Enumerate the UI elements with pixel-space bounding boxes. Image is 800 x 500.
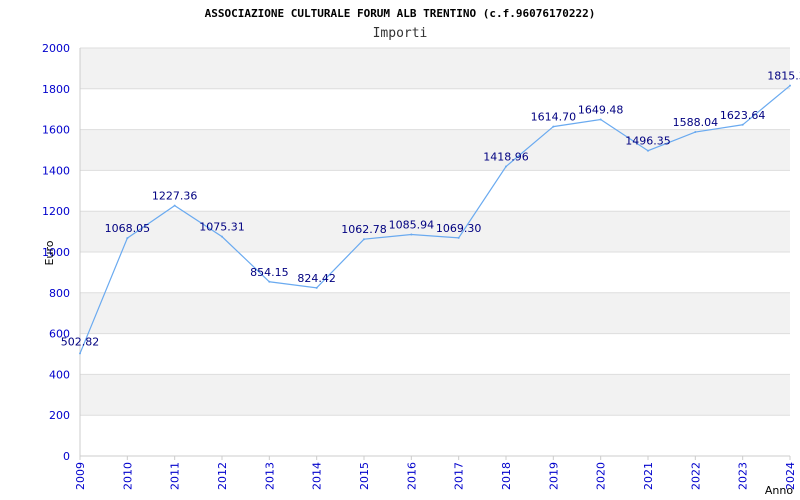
data-point xyxy=(173,204,176,207)
x-tick-label: 2013 xyxy=(263,462,276,490)
chart-container: 0 200 400 600 800 1000 1200 1400 1600 1800 2000 20… xyxy=(0,0,800,500)
data-label: 1227.36 xyxy=(152,190,198,203)
y-axis-label: Euro xyxy=(43,240,56,265)
data-label: 1815.37 xyxy=(767,70,800,83)
data-label: 1623.64 xyxy=(720,109,766,122)
data-point xyxy=(221,235,223,238)
x-tick-label: 2012 xyxy=(216,462,229,490)
x-axis-label: Anno xyxy=(765,484,793,497)
x-tick-label: 2011 xyxy=(169,462,182,490)
y-tick-label: 1200 xyxy=(42,205,70,218)
x-tick-labels: 2009 2010 2011 2012 2013 2014 2015 2016 2017 2018… xyxy=(74,462,797,490)
y-tick-label: 2000 xyxy=(42,42,70,55)
data-label: 1614.70 xyxy=(531,111,577,124)
y-tick-label: 0 xyxy=(63,450,70,463)
data-point xyxy=(315,286,318,289)
grid-band xyxy=(80,48,790,89)
data-point xyxy=(694,131,697,134)
grid-band xyxy=(80,292,790,334)
y-tick-label: 800 xyxy=(49,287,70,300)
grid-band xyxy=(80,374,790,416)
y-tick-label: 400 xyxy=(49,368,70,381)
x-tick-label: 2014 xyxy=(311,462,324,490)
data-point xyxy=(599,118,602,121)
grid-band xyxy=(80,333,790,375)
data-label: 1085.94 xyxy=(389,218,435,231)
data-point xyxy=(457,236,460,239)
y-tick-label: 1400 xyxy=(42,164,70,177)
line-chart: 0200400600800100012001400160018002000 20… xyxy=(42,7,800,497)
data-point xyxy=(789,84,791,87)
x-tick-label: 2021 xyxy=(642,462,655,490)
data-point xyxy=(741,123,744,126)
chart-title: ASSOCIAZIONE CULTURALE FORUM ALB TRENTIN… xyxy=(205,7,596,20)
x-tick-label: 2009 xyxy=(74,462,87,490)
data-point xyxy=(410,233,413,236)
data-label: 1418.96 xyxy=(483,151,529,164)
grid-band xyxy=(80,252,790,293)
x-tick-label: 2015 xyxy=(358,462,371,490)
data-label: 1069.30 xyxy=(436,222,482,235)
x-tick-label: 2019 xyxy=(547,462,560,490)
data-label: 1075.31 xyxy=(199,221,245,234)
data-point xyxy=(505,165,507,168)
grid-band xyxy=(80,415,790,456)
data-point xyxy=(268,280,271,283)
x-tick-label: 2022 xyxy=(689,462,702,490)
data-point xyxy=(647,149,649,152)
x-tick-label: 2018 xyxy=(500,462,513,490)
data-point xyxy=(126,237,129,240)
data-point xyxy=(79,352,81,355)
y-tick-label: 200 xyxy=(49,409,70,422)
x-tick-label: 2023 xyxy=(737,462,750,490)
grid-band xyxy=(80,129,790,171)
y-tick-label: 1600 xyxy=(42,124,70,137)
data-point xyxy=(552,125,555,128)
x-tick-label: 2016 xyxy=(405,462,418,490)
x-tick-label: 2010 xyxy=(121,462,134,490)
data-point xyxy=(363,238,365,241)
x-tick-label: 2020 xyxy=(595,462,608,490)
y-tick-label: 1800 xyxy=(42,83,70,96)
data-label: 502.82 xyxy=(61,335,100,348)
data-label: 1068.05 xyxy=(105,222,151,235)
data-label: 854.15 xyxy=(250,266,289,279)
data-label: 1062.78 xyxy=(341,223,387,236)
chart-subtitle: Importi xyxy=(373,26,428,41)
x-tick-label: 2017 xyxy=(453,462,466,490)
data-label: 1588.04 xyxy=(673,116,719,129)
data-label: 1649.48 xyxy=(578,104,624,117)
data-label: 1496.35 xyxy=(625,135,671,148)
data-label: 824.42 xyxy=(297,272,336,285)
